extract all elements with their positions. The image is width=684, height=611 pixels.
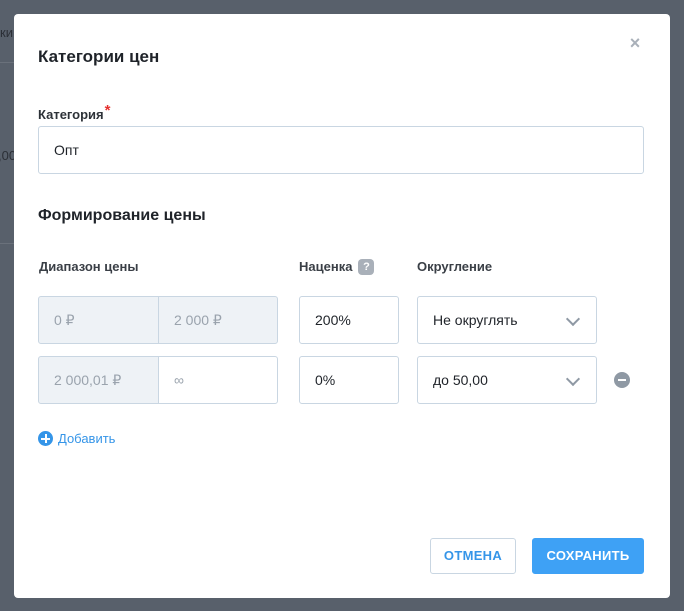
- rounding-select-value: до 50,00: [433, 372, 488, 388]
- range-to-field: 2 000 ₽: [158, 296, 278, 344]
- markup-input[interactable]: 200%: [299, 296, 399, 344]
- background-text-fragment: ки: [0, 25, 13, 40]
- rounding-select[interactable]: до 50,00: [417, 356, 597, 404]
- price-range-header: Диапазон цены: [39, 259, 139, 274]
- background-divider: [0, 62, 14, 63]
- markup-input[interactable]: 0%: [299, 356, 399, 404]
- range-from-field: 2 000,01 ₽: [38, 356, 159, 404]
- category-label-text: Категория: [38, 107, 104, 122]
- background-divider: [0, 243, 14, 244]
- pricing-section-title: Формирование цены: [38, 207, 206, 224]
- rounding-select[interactable]: Не округлять: [417, 296, 597, 344]
- save-button[interactable]: СОХРАНИТЬ: [532, 538, 644, 574]
- add-range-label: Добавить: [58, 431, 116, 446]
- markup-header: Наценка?: [299, 258, 375, 276]
- category-label: Категория*: [38, 102, 110, 123]
- modal-title: Категории цен: [38, 47, 160, 66]
- markup-header-text: Наценка: [299, 259, 353, 274]
- range-from-field: 0 ₽: [38, 296, 159, 344]
- required-mark: *: [104, 102, 111, 119]
- cancel-button[interactable]: ОТМЕНА: [430, 538, 516, 574]
- chevron-down-icon: [565, 311, 581, 327]
- rounding-select-value: Не округлять: [433, 312, 518, 328]
- category-input[interactable]: Опт: [38, 126, 644, 174]
- range-to-input[interactable]: ∞: [158, 356, 278, 404]
- add-range-button[interactable]: Добавить: [38, 431, 115, 446]
- close-icon[interactable]: ×: [626, 34, 644, 52]
- price-categories-modal: Категории цен × Категория* Опт Формирова…: [14, 14, 670, 598]
- chevron-down-icon: [565, 371, 581, 387]
- remove-row-icon[interactable]: [614, 372, 630, 388]
- plus-circle-icon: [38, 431, 53, 446]
- rounding-header: Округление: [417, 259, 493, 274]
- help-icon[interactable]: ?: [358, 258, 375, 275]
